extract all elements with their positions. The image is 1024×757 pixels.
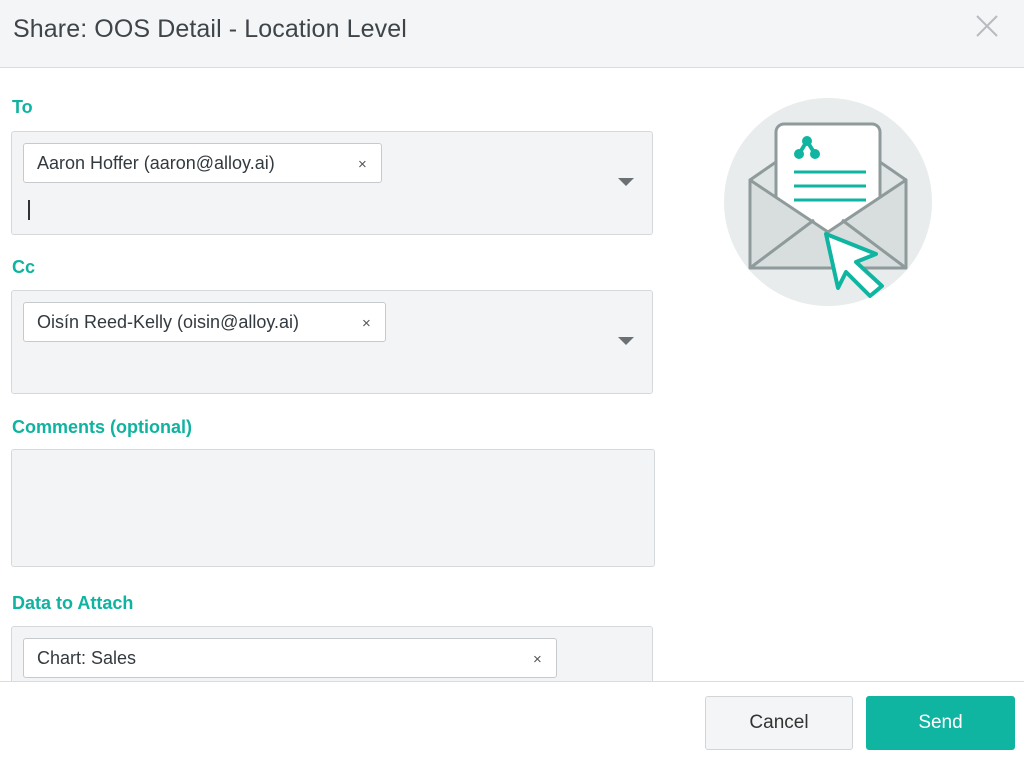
dialog-title: Share: OOS Detail - Location Level (13, 15, 407, 43)
cancel-button[interactable]: Cancel (705, 696, 853, 750)
envelope-with-cursor-icon (724, 98, 932, 306)
close-icon[interactable] (973, 12, 1001, 40)
comments-label: Comments (optional) (12, 417, 192, 437)
to-recipient-chip: Aaron Hoffer (aaron@alloy.ai) × (23, 143, 382, 183)
chevron-down-icon[interactable] (618, 337, 634, 345)
send-button[interactable]: Send (866, 696, 1015, 750)
cc-field[interactable]: Oisín Reed-Kelly (oisin@alloy.ai) × (11, 290, 653, 394)
dialog-header: Share: OOS Detail - Location Level (0, 0, 1024, 68)
to-label: To (12, 97, 33, 117)
comments-input[interactable] (11, 449, 655, 567)
attachment-text: Chart: Sales (37, 648, 137, 668)
attachments-field[interactable]: Chart: Sales × (11, 626, 653, 681)
remove-to-recipient-button[interactable]: × (358, 156, 367, 173)
to-recipient-text: Aaron Hoffer (aaron@alloy.ai) (37, 153, 275, 173)
attachments-label: Data to Attach (12, 593, 134, 613)
text-cursor (28, 200, 30, 220)
cc-recipient-chip: Oisín Reed-Kelly (oisin@alloy.ai) × (23, 302, 386, 342)
to-field[interactable]: Aaron Hoffer (aaron@alloy.ai) × (11, 131, 653, 235)
remove-cc-recipient-button[interactable]: × (362, 315, 371, 332)
attachment-chip: Chart: Sales × (23, 638, 557, 678)
chevron-down-icon[interactable] (618, 178, 634, 186)
cc-recipient-text: Oisín Reed-Kelly (oisin@alloy.ai) (37, 312, 300, 332)
remove-attachment-button[interactable]: × (533, 651, 542, 668)
dialog-footer: Cancel Send (0, 681, 1024, 757)
cc-label: Cc (12, 257, 36, 277)
